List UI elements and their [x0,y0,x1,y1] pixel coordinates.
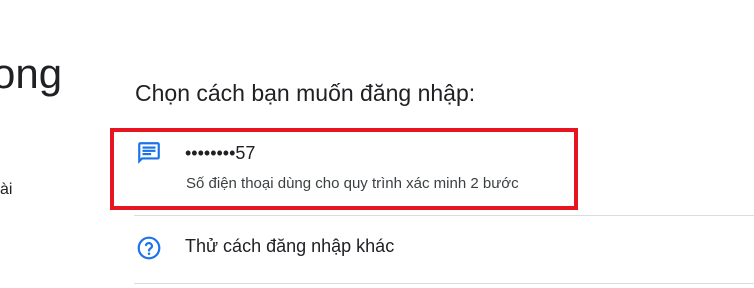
sign-in-page: ong ài Chọn cách bạn muốn đăng nhập: •••… [0,0,754,288]
option-phone-verification[interactable]: ••••••••57 Số điện thoại dùng cho quy tr… [110,128,740,206]
help-circle-icon [137,236,161,260]
try-another-way-label: Thử cách đăng nhập khác [185,236,395,256]
option-description: Số điện thoại dùng cho quy trình xác min… [186,175,519,192]
masked-phone-number: ••••••••57 [185,143,256,163]
message-icon [138,142,160,164]
option-try-another-way[interactable]: Thử cách đăng nhập khác [110,216,740,280]
divider [134,283,754,284]
page-subtitle-fragment: ài [0,181,13,198]
page-title-fragment: ong [0,50,63,97]
sign-in-method-prompt: Chọn cách bạn muốn đăng nhập: [135,80,476,106]
